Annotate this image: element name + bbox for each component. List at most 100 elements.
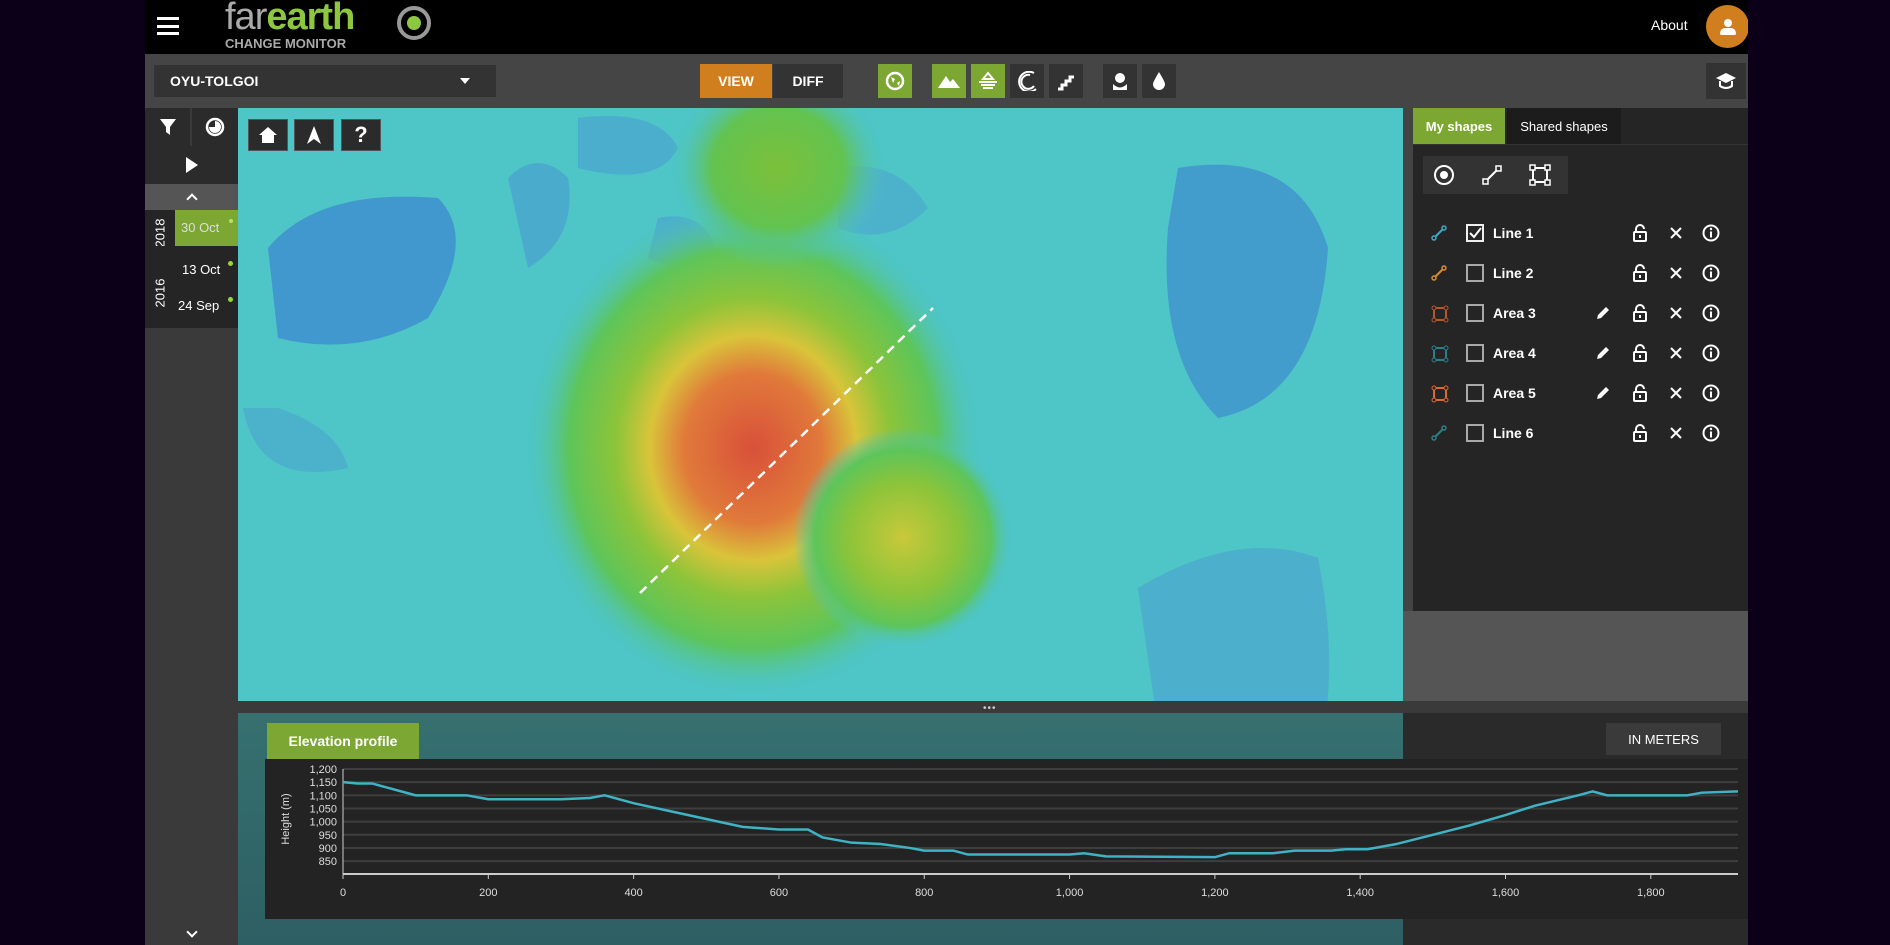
elevation-series-line [342, 780, 1739, 859]
shape-checkbox[interactable] [1466, 304, 1484, 322]
date-item[interactable]: 24 Sep [175, 292, 238, 320]
shape-checkbox[interactable] [1466, 384, 1484, 402]
compare-button[interactable] [192, 108, 238, 146]
x-tick-label: 600 [770, 887, 788, 899]
shape-row[interactable]: Line 1 [1413, 213, 1748, 253]
diff-button[interactable]: DIFF [773, 64, 843, 98]
lock-icon[interactable] [1633, 304, 1647, 327]
area-shape-icon [1431, 305, 1449, 328]
x-tick-label: 1,200 [1201, 887, 1229, 899]
x-tick-label: 1,800 [1637, 887, 1665, 899]
x-tick-label: 400 [624, 887, 642, 899]
shape-name: Area 5 [1493, 385, 1536, 401]
hamburger-icon[interactable] [157, 17, 179, 35]
lock-icon[interactable] [1633, 424, 1647, 447]
filter-icon [159, 119, 176, 135]
shape-row[interactable]: Area 5 [1413, 373, 1748, 413]
site-select-value: OYU-TOLGOI [170, 73, 259, 89]
line-shape-icon [1431, 265, 1447, 286]
shape-name: Line 6 [1493, 425, 1534, 441]
lock-icon[interactable] [1633, 344, 1647, 367]
shape-name: Area 4 [1493, 345, 1536, 361]
lock-icon[interactable] [1633, 224, 1647, 247]
panel-splitter[interactable]: ••• [145, 701, 1748, 714]
home-button[interactable] [248, 119, 288, 151]
tab-shared-shapes[interactable]: Shared shapes [1507, 108, 1621, 144]
info-icon[interactable] [1702, 384, 1720, 407]
pencil-icon[interactable] [1595, 305, 1611, 326]
header: farearth CHANGE MONITOR About [145, 0, 1748, 54]
shape-checkbox[interactable] [1466, 264, 1484, 282]
site-select[interactable]: OYU-TOLGOI [154, 65, 496, 97]
tab-my-shapes[interactable]: My shapes [1413, 108, 1505, 144]
y-tick-label: 900 [319, 843, 337, 855]
line-tool-icon [1482, 165, 1502, 185]
info-icon[interactable] [1702, 344, 1720, 367]
date-label: 13 Oct [182, 262, 221, 277]
draw-area-button[interactable] [1527, 162, 1553, 188]
draw-line-button[interactable] [1479, 162, 1505, 188]
shape-row[interactable]: Line 6 [1413, 413, 1748, 453]
mountain-icon[interactable] [932, 64, 966, 98]
x-tick-label: 0 [340, 887, 346, 899]
vegetation-icon[interactable] [1103, 64, 1137, 98]
y-tick-label: 950 [319, 830, 337, 842]
delete-icon[interactable] [1669, 426, 1683, 445]
play-icon [185, 157, 198, 173]
learn-icon[interactable] [1706, 63, 1746, 99]
delete-icon[interactable] [1669, 306, 1683, 325]
filter-button[interactable] [145, 108, 191, 146]
x-tick-label: 200 [479, 887, 497, 899]
y-tick-label: 1,150 [309, 777, 337, 789]
pencil-icon[interactable] [1595, 345, 1611, 366]
view-button[interactable]: VIEW [700, 64, 772, 98]
globe-icon[interactable] [878, 64, 912, 98]
clock-icon [205, 117, 225, 137]
logo-far: far [225, 0, 267, 38]
y-tick-label: 850 [319, 856, 337, 868]
y-tick-label: 1,050 [309, 803, 337, 815]
about-link[interactable]: About [1651, 17, 1688, 33]
shape-row[interactable]: Line 2 [1413, 253, 1748, 293]
north-button[interactable] [294, 119, 334, 151]
shape-row[interactable]: Area 3 [1413, 293, 1748, 333]
help-button[interactable]: ? [341, 119, 381, 151]
draw-point-button[interactable] [1431, 162, 1457, 188]
date-item[interactable]: 13 Oct [175, 256, 238, 284]
lock-icon[interactable] [1633, 384, 1647, 407]
info-icon[interactable] [1702, 264, 1720, 287]
info-icon[interactable] [1702, 224, 1720, 247]
units-button[interactable]: IN METERS [1606, 723, 1721, 755]
year-label: 2018 [152, 218, 168, 248]
date-item-selected[interactable]: 30 Oct [175, 210, 238, 246]
pencil-icon[interactable] [1595, 385, 1611, 406]
avatar[interactable] [1706, 5, 1748, 48]
shapes-panel: My shapes Shared shapes Line 1 Line 2 Ar… [1413, 108, 1748, 611]
contour-icon[interactable] [1010, 64, 1044, 98]
chevron-down-icon [460, 78, 470, 84]
shape-row[interactable]: Area 4 [1413, 333, 1748, 373]
shape-name: Line 2 [1493, 265, 1534, 281]
logo[interactable]: farearth CHANGE MONITOR [225, 0, 435, 54]
line-shape-icon [1431, 425, 1447, 446]
area-shape-icon [1431, 345, 1449, 368]
date-label: 30 Oct [181, 220, 220, 235]
delete-icon[interactable] [1669, 346, 1683, 365]
shape-checkbox[interactable] [1466, 424, 1484, 442]
stairs-icon[interactable] [1049, 64, 1083, 98]
delete-icon[interactable] [1669, 226, 1683, 245]
info-icon[interactable] [1702, 304, 1720, 327]
info-icon[interactable] [1702, 424, 1720, 447]
x-tick-label: 800 [915, 887, 933, 899]
shape-checkbox[interactable] [1466, 224, 1484, 242]
shape-checkbox[interactable] [1466, 344, 1484, 362]
water-drop-icon[interactable] [1142, 64, 1176, 98]
delete-icon[interactable] [1669, 266, 1683, 285]
delete-icon[interactable] [1669, 386, 1683, 405]
elevation-layers-icon[interactable] [971, 64, 1005, 98]
play-button[interactable] [145, 146, 238, 184]
lock-icon[interactable] [1633, 264, 1647, 287]
tab-elevation-profile[interactable]: Elevation profile [267, 723, 419, 759]
scroll-up-button[interactable] [145, 184, 238, 210]
date-label: 24 Sep [178, 298, 220, 313]
